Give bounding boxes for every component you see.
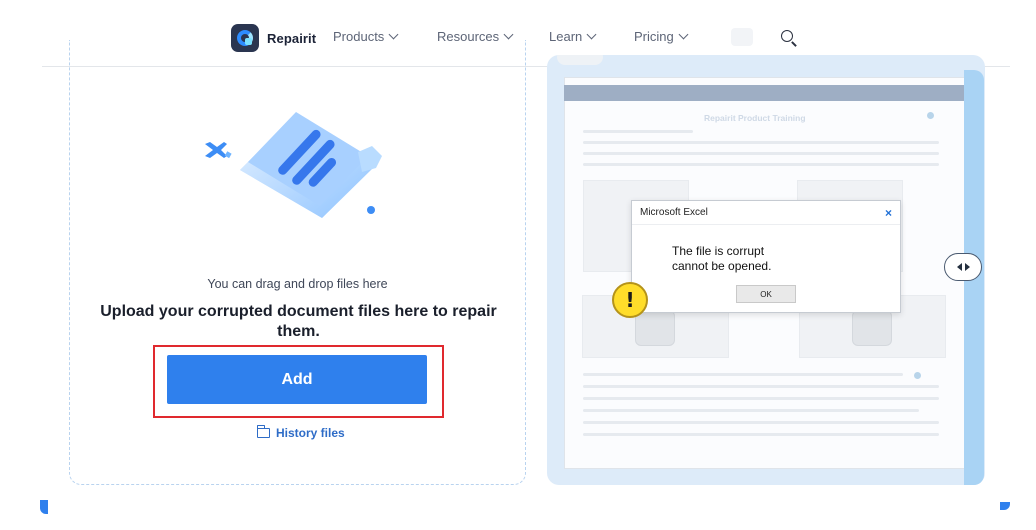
nav-item-label: Pricing	[634, 29, 674, 44]
arrow-left-icon	[956, 263, 962, 271]
close-icon[interactable]: ×	[885, 206, 892, 220]
folder-icon	[256, 425, 270, 438]
compare-slider-handle[interactable]	[944, 253, 982, 281]
dialog-message: The file is corrupt cannot be opened.	[672, 244, 771, 274]
decor-corner	[1000, 502, 1010, 510]
warning-icon: !	[612, 282, 648, 318]
image-placeholder-icon	[852, 310, 892, 346]
image-placeholder-icon	[635, 310, 675, 346]
decor-dot	[914, 372, 921, 379]
upload-heading: Upload your corrupted document files her…	[100, 303, 497, 340]
nav-item-learn[interactable]: Learn	[549, 29, 597, 44]
dialog-ok-button[interactable]: OK	[736, 285, 796, 303]
search-icon[interactable]	[779, 28, 799, 48]
dialog-message-line: cannot be opened.	[672, 259, 772, 273]
history-files-label: History files	[276, 426, 345, 440]
nav-placeholder	[731, 28, 753, 46]
dialog-title: Microsoft Excel	[640, 207, 708, 218]
chevron-down-icon	[503, 29, 514, 40]
preview-doc-title: Repairit Product Training	[704, 113, 806, 123]
arrow-right-icon	[964, 263, 970, 271]
dialog-message-line: The file is corrupt	[672, 244, 765, 258]
decor-corner	[40, 500, 48, 514]
chevron-down-icon	[388, 29, 399, 40]
add-button[interactable]: Add	[167, 355, 427, 404]
drag-drop-hint: You can drag and drop files here	[207, 277, 388, 291]
nav-item-label: Learn	[549, 29, 583, 44]
document-upload-illustration-icon	[205, 112, 382, 218]
preview-header-bar	[564, 85, 965, 101]
dialog-titlebar: Microsoft Excel ×	[632, 201, 900, 225]
chevron-down-icon	[586, 29, 597, 40]
nav-item-pricing[interactable]: Pricing	[634, 29, 689, 44]
decor-dot	[927, 112, 934, 119]
history-files-link[interactable]: History files	[256, 425, 345, 440]
preview-tab	[557, 55, 603, 65]
chevron-down-icon	[678, 29, 689, 40]
excel-error-dialog: Microsoft Excel × The file is corrupt ca…	[631, 200, 901, 313]
